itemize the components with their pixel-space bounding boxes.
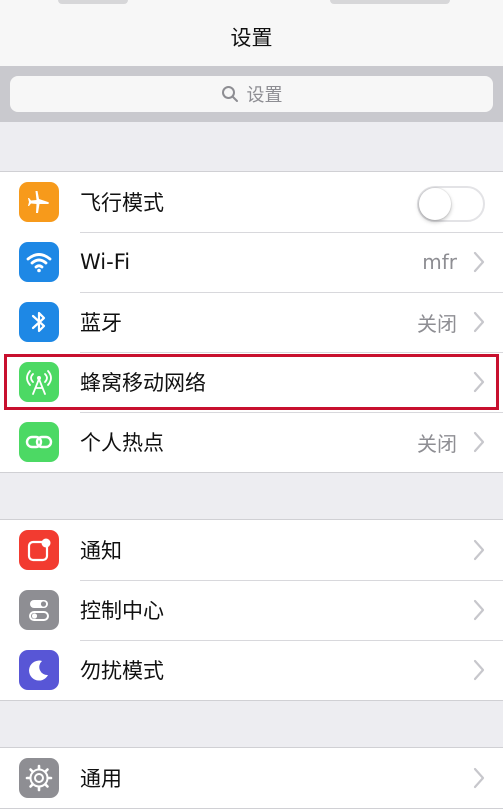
- search-input[interactable]: 设置: [10, 76, 493, 112]
- bluetooth-icon: [19, 302, 59, 342]
- row-label: 蜂窝移动网络: [80, 371, 206, 395]
- wifi-icon: [19, 242, 59, 282]
- row-cellular[interactable]: 蜂窝移动网络: [0, 352, 503, 412]
- chevron-right-icon: [473, 251, 485, 273]
- settings-group-notifications: 通知 控制中心 勿扰模式: [0, 519, 503, 701]
- row-airplane-mode[interactable]: 飞行模式: [0, 172, 503, 232]
- row-value: 关闭: [417, 311, 457, 336]
- row-personal-hotspot[interactable]: 个人热点 关闭: [0, 412, 503, 472]
- search-bar: 设置: [0, 66, 503, 122]
- chevron-right-icon: [473, 767, 485, 789]
- cellular-antenna-icon: [19, 362, 59, 402]
- chevron-right-icon: [473, 599, 485, 621]
- settings-group-connectivity: 飞行模式 Wi-Fi mfr 蓝牙 关闭 蜂窝移动网络 个人热点 关闭: [0, 171, 503, 473]
- row-general[interactable]: 通用: [0, 748, 503, 808]
- status-bar-fragment: [58, 0, 128, 4]
- row-label: 蓝牙: [80, 311, 122, 335]
- personal-hotspot-icon: [19, 422, 59, 462]
- gear-icon: [19, 758, 59, 798]
- chevron-right-icon: [473, 431, 485, 453]
- airplane-icon: [19, 182, 59, 222]
- row-label: 勿扰模式: [80, 659, 164, 683]
- row-wifi[interactable]: Wi-Fi mfr: [0, 232, 503, 292]
- airplane-mode-toggle[interactable]: [417, 186, 485, 222]
- control-center-icon: [19, 590, 59, 630]
- row-label: 控制中心: [80, 599, 164, 623]
- row-label: 飞行模式: [80, 191, 164, 215]
- row-bluetooth[interactable]: 蓝牙 关闭: [0, 292, 503, 352]
- toggle-knob: [419, 188, 451, 220]
- row-control-center[interactable]: 控制中心: [0, 580, 503, 640]
- row-label: 通用: [80, 767, 122, 791]
- row-value: 关闭: [417, 431, 457, 456]
- moon-icon: [19, 650, 59, 690]
- row-label: 个人热点: [80, 431, 164, 455]
- search-icon: [221, 86, 238, 102]
- row-value: mfr: [422, 250, 457, 274]
- search-placeholder: 设置: [246, 85, 283, 106]
- row-notifications[interactable]: 通知: [0, 520, 503, 580]
- chevron-right-icon: [473, 371, 485, 393]
- status-bar-fragment: [330, 0, 450, 4]
- chevron-right-icon: [473, 311, 485, 333]
- page-title: 设置: [230, 26, 273, 50]
- row-do-not-disturb[interactable]: 勿扰模式: [0, 640, 503, 700]
- row-label: 通知: [80, 539, 122, 563]
- chevron-right-icon: [473, 659, 485, 681]
- navigation-bar: 设置: [0, 0, 503, 66]
- notifications-icon: [19, 530, 59, 570]
- row-label: Wi-Fi: [80, 250, 131, 274]
- chevron-right-icon: [473, 539, 485, 561]
